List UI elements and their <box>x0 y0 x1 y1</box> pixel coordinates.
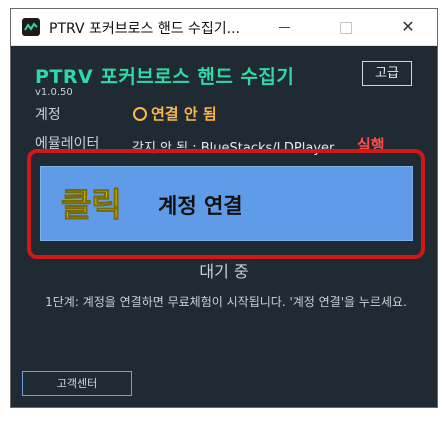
connect-account-button[interactable]: 클릭 계정 연결 <box>40 166 413 241</box>
close-button[interactable]: ✕ <box>385 9 431 45</box>
maximize-icon <box>340 21 352 34</box>
app-logo-icon <box>22 18 40 36</box>
instruction-text: 1단계: 계정을 연결하면 무료체험이 시작됩니다. '계정 연결'을 누르세요… <box>45 295 407 309</box>
connect-account-label: 계정 연결 <box>158 194 243 218</box>
app-window: PTRV 포커브로스 핸드 수집기... ✕ PTRV 포커브로스 핸드 수집기… <box>10 8 438 408</box>
customer-center-button[interactable]: 고객센터 <box>22 371 132 396</box>
account-label: 계정 <box>35 107 61 123</box>
maximize-button[interactable] <box>323 9 369 45</box>
click-callout: 클릭 <box>61 185 123 225</box>
window-title: PTRV 포커브로스 핸드 수집기... <box>49 21 241 37</box>
account-status: 연결 안 됨 <box>151 105 217 123</box>
status-circle-icon <box>133 107 147 121</box>
minimize-button[interactable] <box>261 9 307 45</box>
title-bar[interactable]: PTRV 포커브로스 핸드 수집기... ✕ <box>11 9 437 46</box>
status-message: 대기 중 <box>199 262 249 281</box>
minimize-icon <box>278 27 290 28</box>
version-label: v1.0.50 <box>35 87 73 98</box>
app-title: PTRV 포커브로스 핸드 수집기 <box>35 66 295 88</box>
advanced-button[interactable]: 고급 <box>362 61 412 86</box>
